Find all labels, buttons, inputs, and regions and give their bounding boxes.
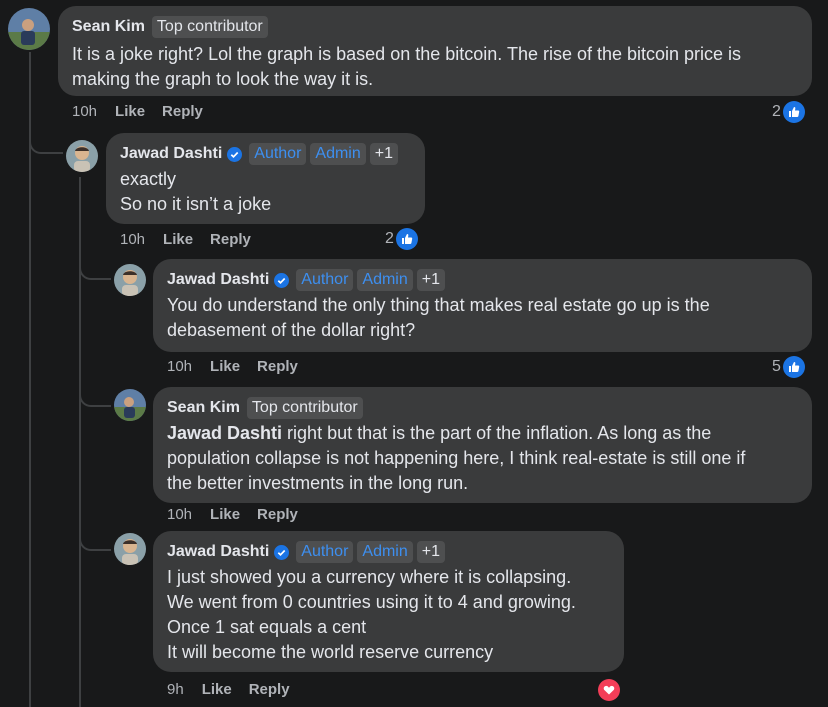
avatar[interactable]	[8, 8, 50, 50]
heart-icon	[598, 679, 620, 701]
timestamp[interactable]: 10h	[167, 506, 192, 523]
admin-badge: Admin	[357, 541, 413, 563]
verified-badge-icon	[274, 272, 290, 288]
reply-button[interactable]: Reply	[249, 681, 290, 698]
timestamp[interactable]: 10h	[167, 358, 192, 375]
avatar[interactable]	[66, 140, 98, 172]
like-button[interactable]: Like	[202, 681, 232, 698]
author-name[interactable]: Jawad Dashti	[120, 145, 222, 163]
mention-link[interactable]: Jawad Dashti	[167, 423, 282, 443]
verified-badge-icon	[227, 146, 243, 162]
author-badge: Author	[296, 269, 354, 291]
like-button[interactable]: Like	[210, 358, 240, 375]
like-icon	[782, 101, 805, 123]
timestamp[interactable]: 10h	[72, 103, 97, 120]
author-name[interactable]: Jawad Dashti	[167, 543, 269, 561]
like-icon	[395, 228, 418, 250]
more-badges[interactable]: +1	[369, 143, 399, 165]
reaction-summary[interactable]: 2	[772, 101, 805, 123]
thread-line	[29, 52, 31, 707]
comment-bubble: Sean Kim Top contributor It is a joke ri…	[58, 6, 812, 96]
admin-badge: Admin	[310, 143, 366, 165]
reaction-summary[interactable]: 5	[772, 356, 805, 378]
thread-branch	[79, 391, 111, 407]
comment-text: You do understand the only thing that ma…	[167, 295, 710, 340]
more-badges[interactable]: +1	[416, 541, 446, 563]
verified-badge-icon	[274, 544, 290, 560]
reply-button[interactable]: Reply	[210, 231, 251, 248]
reaction-count: 2	[385, 230, 394, 247]
comment-actions: 10h Like Reply	[167, 358, 315, 375]
more-badges[interactable]: +1	[416, 269, 446, 291]
author-badge: Author	[249, 143, 307, 165]
reaction-count: 5	[772, 358, 781, 375]
author-name[interactable]: Jawad Dashti	[167, 271, 269, 289]
timestamp[interactable]: 10h	[120, 231, 145, 248]
avatar[interactable]	[114, 389, 146, 421]
avatar[interactable]	[114, 264, 146, 296]
top-contributor-badge: Top contributor	[151, 16, 268, 38]
comment-actions: 10h Like Reply	[72, 103, 220, 120]
timestamp[interactable]: 9h	[167, 681, 184, 698]
author-badge: Author	[296, 541, 354, 563]
comment-text: It is a joke right? Lol the graph is bas…	[72, 44, 742, 89]
reaction-summary[interactable]	[598, 679, 620, 701]
thread-line-nested	[79, 177, 81, 707]
comment-bubble: Jawad Dashti Author Admin +1 You do unde…	[153, 259, 812, 352]
comment-actions: 9h Like Reply	[167, 681, 307, 698]
like-icon	[782, 356, 805, 378]
thread-branch	[79, 535, 111, 551]
reply-button[interactable]: Reply	[257, 506, 298, 523]
comment-bubble: Jawad Dashti Author Admin +1 exactly So …	[106, 133, 425, 224]
avatar[interactable]	[114, 533, 146, 565]
comment-bubble: Jawad Dashti Author Admin +1 I just show…	[153, 531, 624, 672]
like-button[interactable]: Like	[115, 103, 145, 120]
like-button[interactable]: Like	[210, 506, 240, 523]
reaction-count: 2	[772, 103, 781, 120]
top-contributor-badge: Top contributor	[246, 397, 363, 419]
thread-branch	[29, 138, 63, 154]
reply-button[interactable]: Reply	[162, 103, 203, 120]
admin-badge: Admin	[357, 269, 413, 291]
comment-actions: 10h Like Reply	[167, 506, 315, 523]
reaction-summary[interactable]: 2	[385, 228, 418, 250]
comment-text: exactly So no it isn’t a joke	[120, 169, 272, 214]
thread-branch	[79, 264, 111, 280]
comment-text: I just showed you a currency where it is…	[167, 567, 576, 662]
comment-actions: 10h Like Reply	[120, 231, 268, 248]
author-name[interactable]: Sean Kim	[72, 18, 145, 36]
reply-button[interactable]: Reply	[257, 358, 298, 375]
comment-bubble: Sean Kim Top contributor Jawad Dashti ri…	[153, 387, 812, 503]
like-button[interactable]: Like	[163, 231, 193, 248]
author-name[interactable]: Sean Kim	[167, 399, 240, 417]
comment-text: Jawad Dashti right but that is the part …	[167, 423, 746, 493]
